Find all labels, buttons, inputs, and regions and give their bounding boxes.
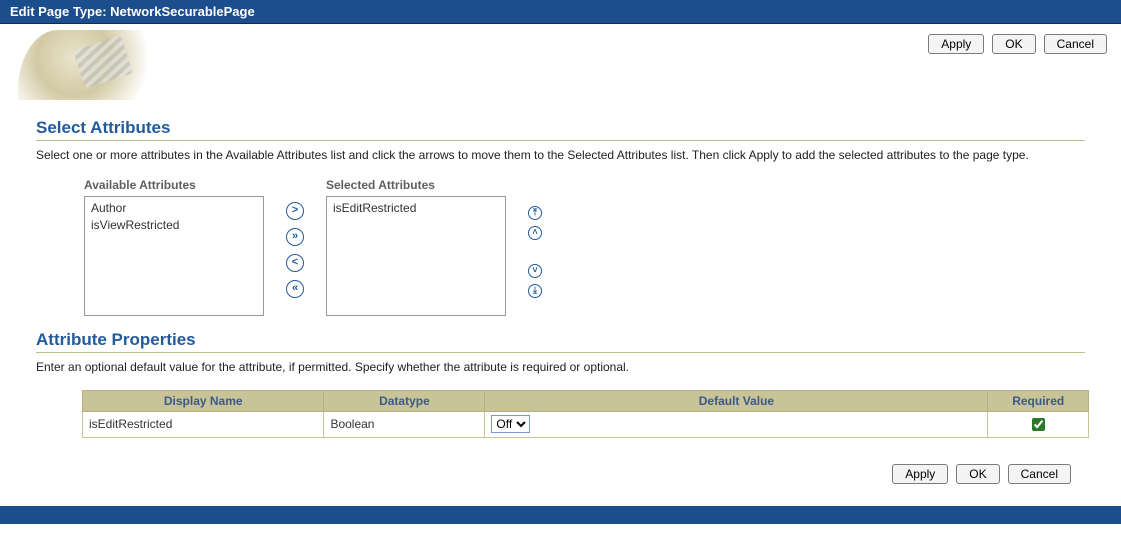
top-row: Apply OK Cancel [0, 24, 1121, 100]
main-content: Select Attributes Select one or more att… [0, 100, 1121, 502]
table-row: isEditRestrictedBoolean OffOn [83, 411, 1089, 437]
col-required: Required [988, 390, 1089, 411]
selected-col: Selected Attributes isEditRestricted [326, 178, 506, 316]
apply-button-top[interactable]: Apply [928, 34, 984, 54]
available-attributes-list[interactable]: AuthorisViewRestricted [84, 196, 264, 316]
cell-datatype: Boolean [324, 411, 485, 437]
top-button-row: Apply OK Cancel [928, 30, 1107, 54]
move-up-icon[interactable]: ˄ [528, 226, 542, 240]
list-item[interactable]: Author [89, 200, 259, 217]
move-right-icon[interactable]: > [286, 202, 304, 220]
table-header-row: Display Name Datatype Default Value Requ… [83, 390, 1089, 411]
ok-button-top[interactable]: OK [992, 34, 1035, 54]
move-top-icon[interactable]: ⤒ [528, 206, 542, 220]
required-checkbox[interactable] [1032, 418, 1045, 431]
list-item[interactable]: isViewRestricted [89, 217, 259, 234]
attribute-properties-table: Display Name Datatype Default Value Requ… [82, 390, 1089, 438]
cancel-button-top[interactable]: Cancel [1044, 34, 1107, 54]
selected-label: Selected Attributes [326, 178, 506, 192]
apply-button-bottom[interactable]: Apply [892, 464, 948, 484]
reorder-buttons: ⤒ ˄ ˅ ⤓ [528, 178, 542, 298]
shuttle-area: Available Attributes AuthorisViewRestric… [36, 178, 1085, 316]
move-down-icon[interactable]: ˅ [528, 264, 542, 278]
move-bottom-icon[interactable]: ⤓ [528, 284, 542, 298]
move-all-left-icon[interactable]: « [286, 280, 304, 298]
col-datatype: Datatype [324, 390, 485, 411]
move-buttons: > » < « [286, 178, 304, 298]
attribute-properties-heading: Attribute Properties [36, 330, 1085, 353]
available-label: Available Attributes [84, 178, 264, 192]
list-item[interactable]: isEditRestricted [331, 200, 501, 217]
col-display-name: Display Name [83, 390, 324, 411]
bottom-button-row: Apply OK Cancel [36, 438, 1085, 492]
decorative-graphic [18, 30, 158, 100]
selected-attributes-list[interactable]: isEditRestricted [326, 196, 506, 316]
select-attributes-heading: Select Attributes [36, 118, 1085, 141]
page-title: Edit Page Type: NetworkSecurablePage [10, 4, 255, 19]
cell-default-value: OffOn [485, 411, 988, 437]
cancel-button-bottom[interactable]: Cancel [1008, 464, 1071, 484]
move-left-icon[interactable]: < [286, 254, 304, 272]
ok-button-bottom[interactable]: OK [956, 464, 999, 484]
footer-bar [0, 506, 1121, 524]
cell-display-name: isEditRestricted [83, 411, 324, 437]
move-all-right-icon[interactable]: » [286, 228, 304, 246]
col-default-value: Default Value [485, 390, 988, 411]
cell-required [988, 411, 1089, 437]
select-attributes-desc: Select one or more attributes in the Ava… [36, 147, 1085, 164]
default-value-select[interactable]: OffOn [491, 415, 530, 433]
title-bar: Edit Page Type: NetworkSecurablePage [0, 0, 1121, 24]
attribute-properties-desc: Enter an optional default value for the … [36, 359, 1085, 376]
available-col: Available Attributes AuthorisViewRestric… [84, 178, 264, 316]
